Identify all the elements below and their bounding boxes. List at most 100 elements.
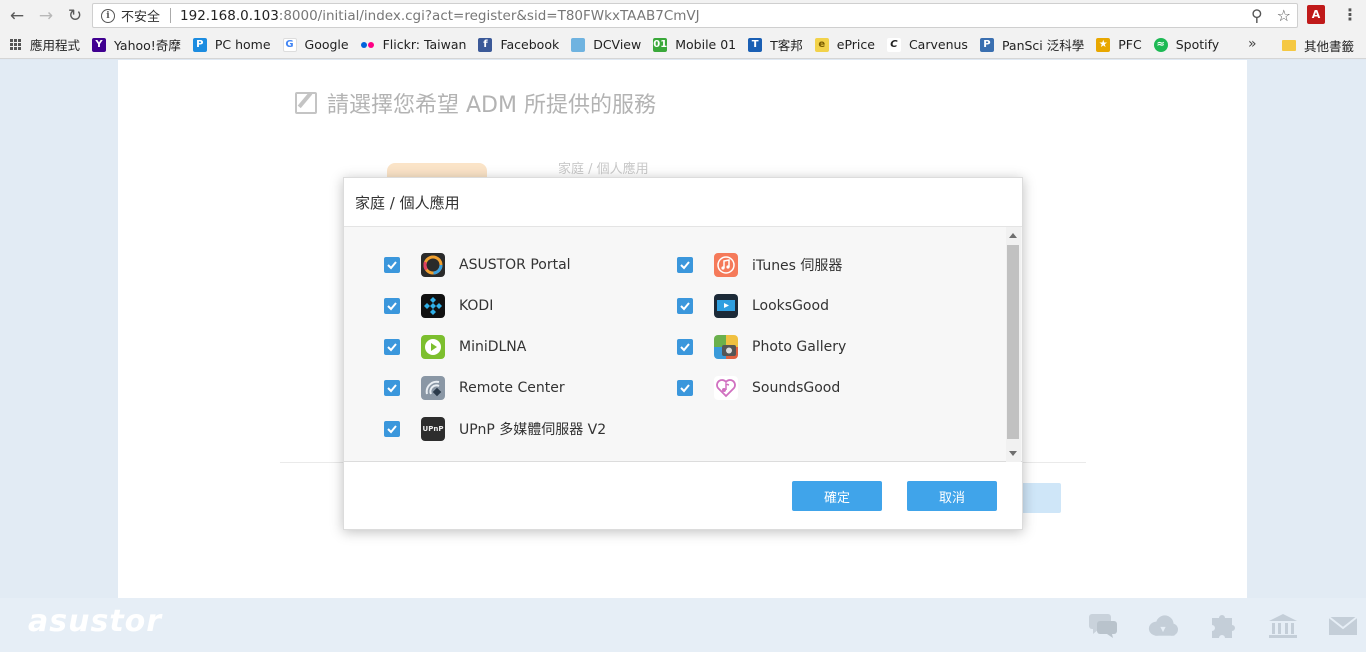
app-name: SoundsGood bbox=[752, 380, 841, 396]
bookmark-label: T客邦 bbox=[770, 38, 803, 53]
carvenus-icon: C bbox=[886, 37, 901, 52]
bookmark-spotify[interactable]: ≈ Spotify bbox=[1153, 37, 1220, 52]
bookmark-dcview[interactable]: DCView bbox=[571, 37, 641, 52]
app-name: Photo Gallery bbox=[752, 339, 847, 355]
app-item-photo-gallery[interactable]: Photo Gallery bbox=[677, 335, 846, 359]
app-item-soundsgood[interactable]: SoundsGood bbox=[677, 376, 840, 400]
bookmark-carvenus[interactable]: C Carvenus bbox=[886, 37, 968, 52]
bookmark-mobile01[interactable]: 01 Mobile 01 bbox=[653, 37, 736, 52]
asustor-portal-icon bbox=[421, 253, 445, 277]
app-item-upnp[interactable]: UPnP UPnP 多媒體伺服器 V2 bbox=[384, 417, 606, 441]
minidlna-icon bbox=[421, 335, 445, 359]
puzzle-icon[interactable] bbox=[1208, 612, 1238, 640]
checkbox-itunes[interactable] bbox=[677, 257, 693, 273]
wizard-title: 請選擇您希望 ADM 所提供的服務 bbox=[295, 87, 656, 119]
checkbox-kodi[interactable] bbox=[384, 298, 400, 314]
app-name: LooksGood bbox=[752, 298, 829, 314]
app-name: KODI bbox=[459, 298, 494, 314]
check-icon bbox=[680, 343, 690, 352]
scroll-up-arrow-icon[interactable] bbox=[1009, 233, 1017, 238]
bookmark-label: Spotify bbox=[1175, 37, 1220, 52]
acrobat-extension-icon[interactable]: A bbox=[1307, 5, 1325, 24]
cloud-download-icon[interactable] bbox=[1148, 612, 1178, 640]
app-name: UPnP 多媒體伺服器 V2 bbox=[459, 422, 607, 438]
dialog-title: 家庭 / 個人應用 bbox=[344, 178, 1022, 227]
dialog-footer: 確定 取消 bbox=[344, 463, 1022, 529]
check-icon bbox=[387, 302, 397, 311]
app-item-remote-center[interactable]: Remote Center bbox=[384, 376, 565, 400]
checkbox-asustor-portal[interactable] bbox=[384, 257, 400, 273]
forward-arrow-icon[interactable]: → bbox=[34, 4, 58, 28]
checkbox-remote-center[interactable] bbox=[384, 380, 400, 396]
app-item-kodi[interactable]: KODI bbox=[384, 294, 493, 318]
scrollbar[interactable] bbox=[1006, 227, 1021, 462]
itunes-icon bbox=[714, 253, 738, 277]
kodi-icon bbox=[421, 294, 445, 318]
bookmark-tkbang[interactable]: T T客邦 bbox=[748, 35, 803, 54]
bookmark-eprice[interactable]: e ePrice bbox=[814, 37, 875, 52]
app-item-looksgood[interactable]: LooksGood bbox=[677, 294, 829, 318]
upnp-icon: UPnP bbox=[421, 417, 445, 441]
security-label[interactable]: 不安全 bbox=[121, 6, 160, 25]
reload-icon[interactable]: ↻ bbox=[63, 4, 87, 28]
star-icon[interactable]: ☆ bbox=[1277, 6, 1291, 25]
bookmark-label: Flickr: Taiwan bbox=[382, 37, 467, 52]
scroll-down-arrow-icon[interactable] bbox=[1009, 451, 1017, 456]
info-icon[interactable]: i bbox=[101, 8, 115, 23]
bookmark-yahoo[interactable]: Y Yahoo!奇摩 bbox=[92, 35, 181, 54]
url-host: 192.168.0.103 bbox=[180, 7, 279, 24]
bookmark-pansci[interactable]: P PanSci 泛科學 bbox=[979, 35, 1085, 54]
bookmark-label: Google bbox=[304, 37, 349, 52]
bookmark-flickr[interactable]: Flickr: Taiwan bbox=[361, 37, 467, 52]
pchome-icon: P bbox=[192, 37, 207, 52]
checkbox-upnp[interactable] bbox=[384, 421, 400, 437]
spotify-icon: ≈ bbox=[1153, 37, 1168, 52]
menu-icon[interactable]: ⋮ bbox=[1342, 5, 1358, 24]
looksgood-icon bbox=[714, 294, 738, 318]
checkbox-looksgood[interactable] bbox=[677, 298, 693, 314]
confirm-button[interactable]: 確定 bbox=[792, 481, 882, 511]
services-dialog: 家庭 / 個人應用 ASUSTOR Portal KODI MiniDLNA R… bbox=[343, 177, 1023, 530]
pfc-icon: ★ bbox=[1096, 37, 1111, 52]
bookmark-pfc[interactable]: ★ PFC bbox=[1096, 37, 1142, 52]
bank-icon[interactable] bbox=[1268, 612, 1298, 640]
app-item-itunes[interactable]: iTunes 伺服器 bbox=[677, 253, 842, 277]
scroll-thumb[interactable] bbox=[1007, 245, 1019, 439]
bookmark-label: PFC bbox=[1118, 37, 1142, 52]
check-icon bbox=[387, 343, 397, 352]
back-arrow-icon[interactable]: ← bbox=[5, 4, 29, 28]
browser-toolbar: ← → ↻ i 不安全 192.168.0.103:8000/initial/i… bbox=[0, 0, 1366, 31]
chat-icon[interactable] bbox=[1088, 612, 1118, 640]
bookmark-label: PanSci 泛科學 bbox=[1001, 38, 1085, 53]
eprice-icon: e bbox=[814, 37, 829, 52]
bookmark-pchome[interactable]: P PC home bbox=[192, 37, 271, 52]
other-bookmarks-button[interactable]: 其他書籤 bbox=[1282, 36, 1354, 55]
folder-icon bbox=[1282, 40, 1296, 51]
url-text[interactable]: 192.168.0.103:8000/initial/index.cgi?act… bbox=[180, 8, 700, 24]
photo-gallery-icon bbox=[714, 335, 738, 359]
checkbox-soundsgood[interactable] bbox=[677, 380, 693, 396]
bookmark-label: Carvenus bbox=[908, 37, 968, 52]
cancel-button[interactable]: 取消 bbox=[907, 481, 997, 511]
bookmark-facebook[interactable]: f Facebook bbox=[478, 37, 559, 52]
asustor-logo: asustor bbox=[28, 604, 163, 639]
checkbox-minidlna[interactable] bbox=[384, 339, 400, 355]
bookmark-google[interactable]: G Google bbox=[282, 37, 349, 52]
check-icon bbox=[680, 302, 690, 311]
bookmark-label: PC home bbox=[214, 37, 271, 52]
check-icon bbox=[387, 384, 397, 393]
wizard-title-text: 請選擇您希望 ADM 所提供的服務 bbox=[327, 93, 656, 118]
bookmark-label: Facebook bbox=[500, 37, 560, 52]
app-item-asustor-portal[interactable]: ASUSTOR Portal bbox=[384, 253, 571, 277]
other-bookmarks-label: 其他書籤 bbox=[1304, 39, 1355, 54]
google-icon: G bbox=[282, 37, 297, 52]
apps-grid-icon bbox=[10, 39, 21, 50]
app-item-minidlna[interactable]: MiniDLNA bbox=[384, 335, 526, 359]
checkbox-photo-gallery[interactable] bbox=[677, 339, 693, 355]
key-icon[interactable]: ⚲ bbox=[1251, 6, 1263, 25]
bookmarks-more-button[interactable]: » bbox=[1248, 36, 1257, 52]
address-bar[interactable]: i 不安全 192.168.0.103:8000/initial/index.c… bbox=[92, 3, 1298, 28]
bookmark-apps[interactable]: 應用程式 bbox=[0, 35, 80, 54]
pansci-icon: P bbox=[979, 37, 994, 52]
mail-icon[interactable] bbox=[1328, 612, 1358, 640]
